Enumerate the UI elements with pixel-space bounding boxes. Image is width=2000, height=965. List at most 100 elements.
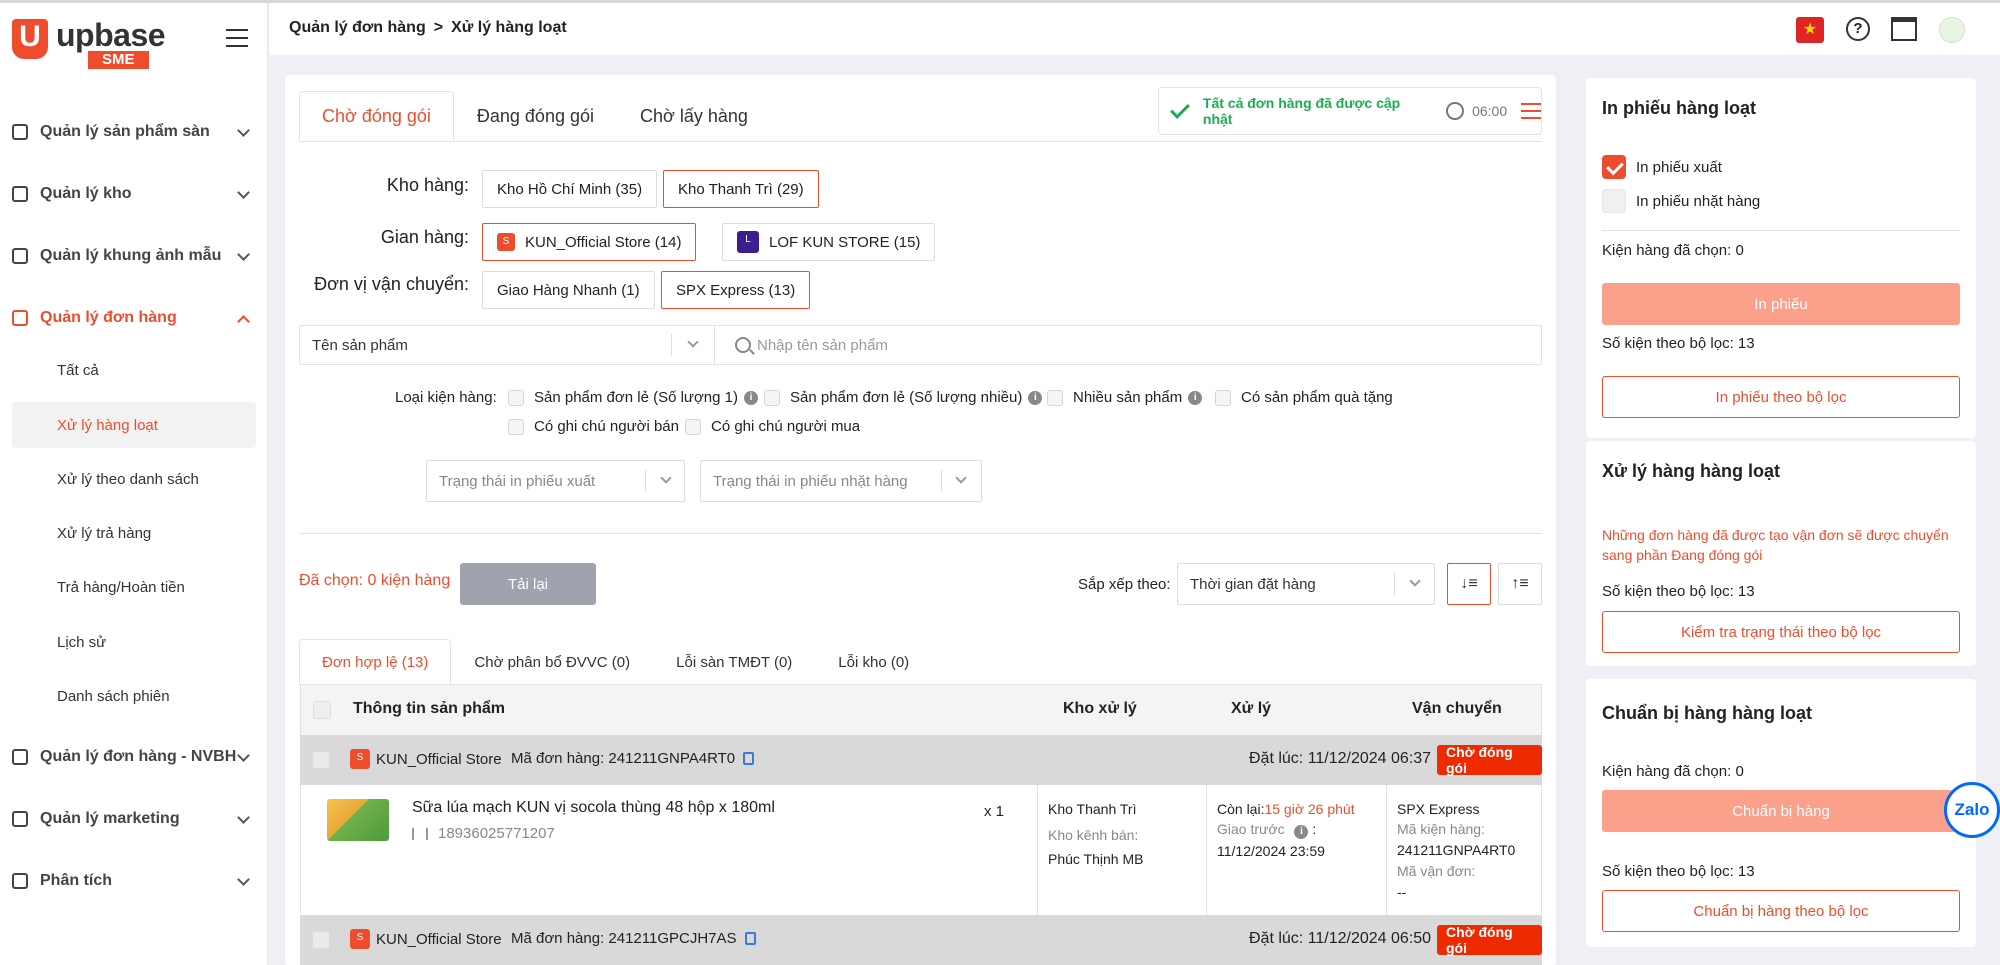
sidebar-sub-list-processing[interactable]: Xử lý theo danh sách [12, 456, 256, 502]
sidebar-item-orders-nvbh[interactable]: Quản lý đơn hàng - NVBH [0, 737, 268, 777]
chevron-down-icon [955, 472, 967, 484]
sidebar-sub-history[interactable]: Lịch sử [12, 619, 256, 665]
search-placeholder: Nhập tên sản phẩm [757, 336, 888, 354]
process-note: Những đơn hàng đã được tạo vận đơn sẽ đư… [1602, 527, 1949, 563]
package-type-gift[interactable]: Có sản phẩm quà tặng [1215, 389, 1393, 406]
order-checkbox[interactable] [312, 931, 330, 949]
product-sku-text: 18936025771207 [438, 825, 555, 842]
print-picking-option[interactable]: In phiếu nhặt hàng [1602, 189, 1760, 213]
package-type-buyer-note[interactable]: Có ghi chú người mua [685, 418, 860, 435]
main-panel: Chờ đóng gói Đang đóng gói Chờ lấy hàng … [285, 75, 1556, 965]
order-time: Đặt lúc: 11/12/2024 06:37 [1249, 750, 1432, 767]
sidebar-sub-refunds[interactable]: Trả hàng/Hoàn tiền [12, 564, 256, 610]
carrier-label: Đơn vị vận chuyển: [314, 274, 469, 294]
store-icon[interactable] [1891, 17, 1917, 41]
checkbox[interactable] [1602, 189, 1626, 213]
prepare-button[interactable]: Chuẩn bị hàng [1602, 790, 1960, 832]
checkbox[interactable] [508, 389, 524, 406]
box-icon [12, 124, 28, 140]
checkbox[interactable] [508, 418, 524, 435]
warehouse-chip-thanh-tri[interactable]: Kho Thanh Trì (29) [663, 170, 819, 208]
sidebar-item-marketing[interactable]: Quản lý marketing [0, 799, 268, 839]
checkbox[interactable] [685, 418, 701, 435]
order-checkbox[interactable] [312, 751, 330, 769]
zalo-chat-button[interactable]: Zalo [1944, 782, 2000, 838]
sidebar-item-label: Quản lý đơn hàng [40, 309, 177, 326]
sort-label: Sắp xếp theo: [1078, 576, 1171, 593]
package-type-seller-note[interactable]: Có ghi chú người bán [508, 418, 679, 435]
print-export-option[interactable]: In phiếu xuất [1602, 155, 1722, 179]
export-print-status-select[interactable]: Trạng thái in phiếu xuất [426, 460, 685, 502]
logo-mark-icon: U [12, 19, 48, 59]
tab-valid-orders[interactable]: Đơn hợp lệ (13) [299, 639, 452, 685]
sidebar-item-analytics[interactable]: Phân tích [0, 861, 268, 901]
select-all-checkbox[interactable] [313, 701, 331, 719]
search-input[interactable]: Nhập tên sản phẩm [715, 326, 1541, 364]
hamburger-menu-icon[interactable] [226, 29, 248, 47]
order-code: Mã đơn hàng: 241211GNPA4RT0 [511, 750, 755, 767]
print-filter-button[interactable]: In phiếu theo bộ lọc [1602, 376, 1960, 418]
package-type-single-many[interactable]: Sản phẩm đơn lẻ (Số lượng nhiều) i [764, 389, 1043, 406]
avatar[interactable] [1939, 17, 1965, 43]
selected-count: Đã chọn: 0 kiện hàng [299, 572, 451, 589]
sidebar-item-warehouse[interactable]: Quản lý kho [0, 174, 268, 214]
checkbox-label: Nhiều sản phẩm [1073, 389, 1183, 406]
sidebar-item-orders[interactable]: Quản lý đơn hàng [0, 298, 268, 338]
prepare-panel-title: Chuẩn bị hàng hàng loạt [1602, 703, 1812, 723]
upbase-logo[interactable]: U upbase SME [12, 17, 182, 71]
package-type-multi[interactable]: Nhiều sản phẩm i [1047, 389, 1203, 406]
search-field-select[interactable]: Tên sản phẩm [300, 326, 715, 364]
warehouse-chip-hcm[interactable]: Kho Hồ Chí Minh (35) [482, 170, 658, 208]
sidebar-item-platform-products[interactable]: Quản lý sản phẩm sàn [0, 112, 268, 152]
product-name[interactable]: Sữa lúa mạch KUN vị socola thùng 48 hộp … [412, 799, 775, 817]
tab-warehouse-error[interactable]: Lỗi kho (0) [815, 639, 932, 685]
checkbox-checked[interactable] [1602, 155, 1626, 179]
print-selected: Kiện hàng đã chọn: 0 [1602, 242, 1744, 259]
print-button[interactable]: In phiếu [1602, 283, 1960, 325]
sidebar: U upbase SME Quản lý sản phẩm sàn Quản l… [0, 3, 268, 965]
prepare-filter-button[interactable]: Chuẩn bị hàng theo bộ lọc [1602, 890, 1960, 932]
order-shop-name: KUN_Official Store [376, 750, 502, 768]
tab-waiting-pack[interactable]: Chờ đóng gói [299, 91, 454, 141]
chevron-down-icon [687, 336, 699, 348]
info-icon: i [1188, 390, 1203, 405]
shop-chip-lof-kun[interactable]: L LOF KUN STORE (15) [722, 223, 936, 261]
image-icon [12, 248, 28, 264]
shop-chip-label: LOF KUN STORE (15) [769, 233, 921, 251]
order-time: Đặt lúc: 11/12/2024 06:50 [1249, 930, 1432, 947]
tab-packing[interactable]: Đang đóng gói [454, 91, 617, 141]
tab-platform-error[interactable]: Lỗi sàn TMĐT (0) [653, 639, 815, 685]
copy-icon[interactable] [743, 752, 755, 765]
checkbox[interactable] [764, 389, 780, 406]
breadcrumb-parent[interactable]: Quản lý đơn hàng [289, 19, 426, 36]
sidebar-sub-sessions[interactable]: Danh sách phiên [12, 673, 256, 719]
search-icon [735, 337, 751, 353]
carrier-chip-ghn[interactable]: Giao Hàng Nhanh (1) [482, 271, 655, 309]
help-icon[interactable]: ? [1846, 17, 1870, 41]
sort-select[interactable]: Thời gian đặt hàng [1177, 563, 1435, 605]
tab-waiting-carrier[interactable]: Chờ phân bổ ĐVVC (0) [451, 639, 653, 685]
carrier-chip-spx[interactable]: SPX Express (13) [661, 271, 811, 309]
vietnam-flag-icon[interactable]: ★ [1796, 17, 1824, 43]
sidebar-sub-bulk-processing[interactable]: Xử lý hàng loạt [12, 402, 256, 448]
picking-print-status-select[interactable]: Trạng thái in phiếu nhặt hàng [700, 460, 982, 502]
menu-icon[interactable] [1521, 103, 1541, 119]
sidebar-item-label: Phân tích [40, 872, 113, 889]
check-status-button[interactable]: Kiểm tra trạng thái theo bộ lọc [1602, 611, 1960, 653]
sidebar-sub-all[interactable]: Tất cả [12, 347, 256, 393]
package-type-single-1[interactable]: Sản phẩm đơn lẻ (Số lượng 1) i [508, 389, 758, 406]
sort-ascending-icon[interactable]: ↑≡ [1498, 563, 1542, 605]
reload-button[interactable]: Tải lại [460, 563, 596, 605]
copy-icon[interactable] [744, 932, 756, 945]
shop-chip-kun-official[interactable]: S KUN_Official Store (14) [482, 223, 697, 261]
chart-icon [12, 873, 28, 889]
tab-waiting-pickup[interactable]: Chờ lấy hàng [617, 91, 771, 141]
order-shop: S KUN_Official Store [350, 749, 502, 769]
checkbox[interactable] [1215, 389, 1231, 406]
sort-descending-icon[interactable]: ↓≡ [1447, 563, 1491, 605]
checkbox[interactable] [1047, 389, 1063, 406]
prepare-panel: Chuẩn bị hàng hàng loạt Kiện hàng đã chọ… [1586, 679, 1976, 947]
sidebar-sub-return-processing[interactable]: Xử lý trả hàng [12, 510, 256, 556]
sidebar-item-frame-templates[interactable]: Quản lý khung ảnh mẫu [0, 236, 268, 276]
shipping-cell: SPX Express Mã kiện hàng: 241211GNPA4RT0… [1386, 785, 1543, 915]
